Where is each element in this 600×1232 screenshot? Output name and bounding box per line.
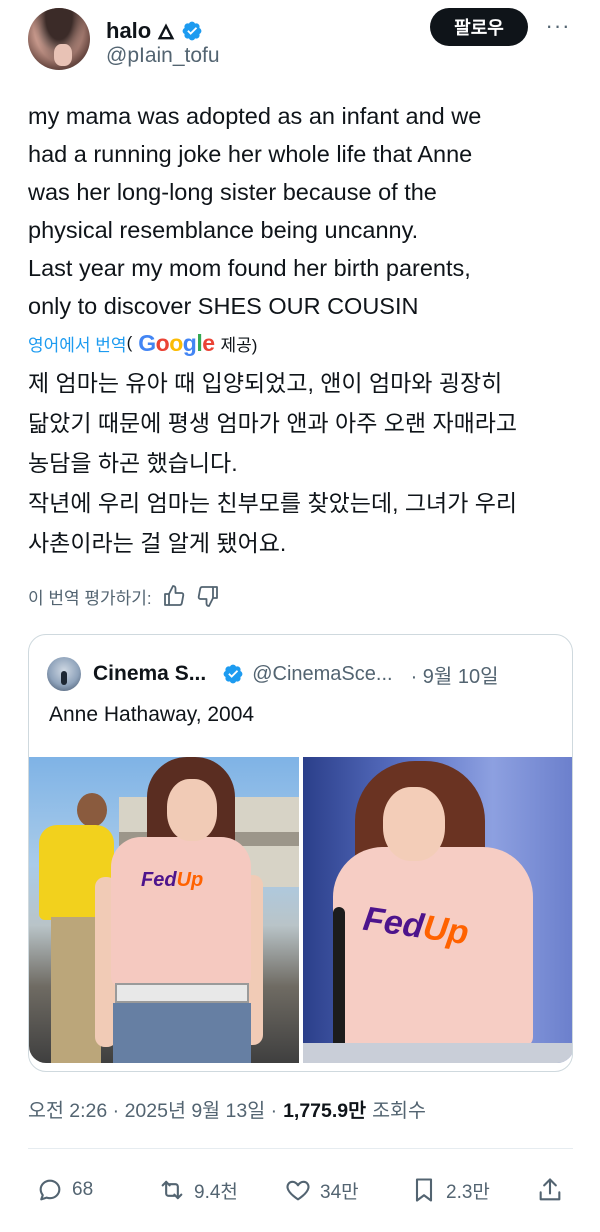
repost-count: 9.4천 (194, 1181, 238, 1203)
rate-translation-label: 이 번역 평가하기: (28, 588, 152, 608)
views-count: 1,775.9만 (283, 1099, 367, 1122)
author-handle[interactable]: @pIain_tofu (106, 44, 220, 68)
tweet-text-line: my mama was adopted as an infant and we (28, 103, 482, 129)
reply-button[interactable]: 68 (36, 1172, 93, 1208)
follow-button[interactable]: 팔로우 (430, 8, 528, 46)
translated-text-line: 제 엄마는 유아 때 입양되었고, 앤이 엄마와 굉장히 (28, 370, 503, 396)
photo-right[interactable]: FedUp (303, 757, 572, 1063)
translated-text-line: 농담을 하곤 했습니다. (28, 450, 238, 476)
provided-label: 제공) (220, 335, 258, 355)
fedup-logo: FedUp (141, 869, 204, 891)
like-count: 34만 (320, 1181, 359, 1203)
translated-text-line: 사촌이라는 걸 알게 됐어요. (28, 530, 287, 556)
tweet-timestamp[interactable]: 오전 2:26 · 2025년 9월 13일 · (28, 1094, 277, 1123)
microphone (333, 907, 345, 1057)
share-icon (539, 1178, 561, 1201)
photo-left[interactable]: FedUp (29, 757, 299, 1063)
studded-belt (115, 983, 249, 1003)
quoted-author-handle: @CinemaSce... (252, 662, 393, 685)
more-options-icon[interactable]: ··· (543, 13, 573, 38)
quoted-tweet-text: Anne Hathaway, 2004 (49, 703, 255, 726)
quoted-author-name[interactable]: Cinema S... (93, 662, 206, 686)
tweet-header: halo 🜂 @pIain_tofu 팔로우 ··· (0, 0, 600, 90)
thumbs-down-icon[interactable] (196, 584, 220, 608)
tweet-text-line: only to discover SHES OUR COUSIN (28, 293, 419, 319)
translated-text: 제 엄마는 유아 때 입양되었고, 앤이 엄마와 굉장히 닮았기 때문에 평생 … (28, 363, 578, 563)
translated-text-line: 작년에 우리 엄마는 친부모를 찾았는데, 그녀가 우리 (28, 490, 518, 516)
rate-translation: 이 번역 평가하기: (28, 580, 220, 612)
share-button[interactable] (536, 1172, 564, 1208)
reply-icon (39, 1179, 61, 1201)
quoted-tweet-date: · 9월 10일 (410, 665, 499, 688)
tweet-text-line: was her long-long sister because of the (28, 179, 437, 205)
guard-pants (51, 917, 101, 1063)
quoted-tweet-media: FedUp FedUp (29, 757, 572, 1063)
jeans (113, 1003, 251, 1063)
woman-pink-shirt (111, 837, 251, 987)
views-label: 조회수 (372, 1099, 426, 1122)
woman-face (167, 779, 217, 841)
woman-face (383, 787, 445, 861)
like-button[interactable]: 34만 (284, 1172, 359, 1208)
translation-attribution: 영어에서 번역 ( Google 제공) (28, 328, 257, 358)
reply-count: 68 (72, 1179, 94, 1200)
author-name[interactable]: halo (106, 18, 151, 44)
heart-icon (286, 1180, 310, 1201)
bookmark-button[interactable]: 2.3만 (410, 1172, 490, 1208)
avatar-hand (54, 44, 72, 66)
verified-badge-icon[interactable] (181, 20, 203, 42)
bookmark-count: 2.3만 (446, 1181, 490, 1203)
guard-head (77, 793, 107, 827)
paren-open: ( (126, 333, 133, 352)
translated-text-line: 닮았기 때문에 평생 엄마가 앤과 아주 오랜 자매라고 (28, 410, 518, 436)
quoted-tweet[interactable]: Cinema S... @CinemaSce... · 9월 10일 Anne … (28, 634, 573, 1072)
thumbs-up-icon[interactable] (162, 584, 186, 608)
bookmark-icon (415, 1178, 433, 1202)
verified-badge-icon (223, 664, 243, 684)
quoted-author-avatar[interactable] (47, 657, 81, 691)
divider (28, 1148, 573, 1149)
tweet-text-line: Last year my mom found her birth parents… (28, 255, 471, 281)
podium (303, 1043, 572, 1063)
tweet-text: my mama was adopted as an infant and we … (28, 97, 578, 325)
tweet-meta: 오전 2:26 · 2025년 9월 13일 · 1,775.9만 조회수 (28, 1093, 426, 1123)
action-bar: 68 9.4천 34만 2.3만 (28, 1172, 573, 1208)
author-avatar[interactable] (28, 8, 90, 70)
repost-icon (161, 1180, 183, 1200)
translated-from-link[interactable]: 영어에서 번역 (28, 331, 127, 356)
quoted-tweet-header: Cinema S... @CinemaSce... · 9월 10일 (47, 657, 499, 691)
tweet-text-line: physical resemblance being uncanny. (28, 217, 419, 243)
google-logo: Google (138, 329, 215, 356)
repost-button[interactable]: 9.4천 (158, 1172, 238, 1208)
tweet-text-line: had a running joke her whole life that A… (28, 141, 473, 167)
